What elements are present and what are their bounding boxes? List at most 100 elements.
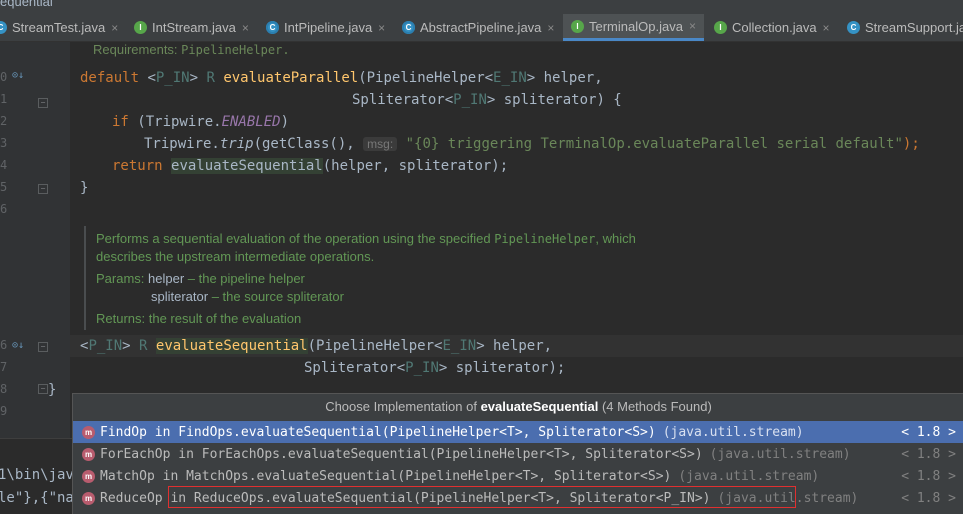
type-param: P_IN	[405, 360, 439, 376]
popup-title: Choose Implementation of evaluateSequent…	[73, 394, 963, 419]
tab-intstream[interactable]: I IntStream.java ×	[134, 14, 249, 41]
fold-icon[interactable]: −	[38, 98, 48, 108]
code-line: }	[80, 179, 88, 197]
line-number: 6	[0, 338, 8, 352]
line-number: 9	[0, 404, 8, 418]
doc-label: Returns:	[96, 311, 146, 326]
code-line-evaluate-parallel: default <P_IN> R evaluateParallel(Pipeli…	[80, 69, 603, 87]
method-name[interactable]: evaluateParallel	[215, 70, 358, 86]
close-icon[interactable]: ×	[242, 21, 249, 35]
implementation-item[interactable]: m ReduceOp in ReduceOps.evaluateSequenti…	[73, 486, 963, 509]
param-name: helper	[148, 271, 185, 286]
doc-text: describes the upstream intermediate oper…	[96, 249, 375, 264]
tab-label: IntPipeline.java	[284, 20, 373, 35]
tab-terminalop[interactable]: I TerminalOp.java ×	[563, 14, 704, 41]
popup-title-count: (4 Methods Found)	[598, 399, 712, 414]
code-text: >	[189, 70, 207, 86]
doc-text: the result of the evaluation	[145, 311, 302, 326]
method-icon: m	[82, 447, 95, 461]
fold-icon[interactable]: −	[38, 184, 48, 194]
line-number-gutter: 0 1 2 3 4 5 6 6 7 8 9 ⊙↓ ⊙↓ − − − −	[0, 42, 70, 438]
doc-line: describes the upstream intermediate oper…	[96, 249, 374, 264]
doc-text: Performs a sequential evaluation of the …	[96, 231, 495, 246]
choose-implementation-popup: Choose Implementation of evaluateSequent…	[72, 393, 963, 514]
fold-icon[interactable]: −	[38, 384, 48, 394]
tab-label: IntStream.java	[152, 20, 236, 35]
code-text: );	[902, 136, 920, 152]
jdk-version: < 1.8 >	[901, 446, 956, 462]
implementation-package: (java.util.stream)	[717, 490, 859, 506]
line-number: 1	[0, 92, 8, 106]
type-param: R	[139, 338, 148, 354]
code-text: > spliterator) {	[486, 92, 622, 108]
implementations-gutter-icon[interactable]: ⊙↓	[12, 70, 24, 81]
interface-icon: I	[134, 21, 147, 34]
implementation-package: (java.util.stream)	[678, 468, 820, 484]
tab-streamsupport[interactable]: C StreamSupport.java	[847, 14, 963, 41]
close-icon[interactable]: ×	[111, 21, 118, 35]
tab-intpipeline[interactable]: C IntPipeline.java ×	[266, 14, 385, 41]
editor-tab-bar: C StreamTest.java × I IntStream.java × C…	[0, 14, 963, 42]
doc-returns: Returns: the result of the evaluation	[96, 311, 301, 326]
type-param: R	[206, 70, 215, 86]
interface-icon: I	[571, 19, 584, 33]
doc-requirements-line: Requirements: PipelineHelper.	[93, 41, 290, 59]
code-text: )	[280, 114, 290, 130]
fold-icon[interactable]: −	[38, 342, 48, 352]
code-text: (getClass(),	[253, 136, 355, 152]
type-param: E_IN	[493, 70, 527, 86]
line-number: 0	[0, 70, 8, 84]
line-number: 4	[0, 158, 8, 172]
jdk-version: < 1.8 >	[901, 468, 956, 484]
parameter-hint: msg:	[363, 137, 398, 151]
terminal-text: 1\bin\jav	[0, 467, 74, 483]
code-text: }	[48, 382, 57, 398]
implementation-signature: ReduceOp in ReduceOps.evaluateSequential…	[100, 490, 711, 506]
implementation-package: (java.util.stream)	[662, 424, 804, 440]
doc-code: PipelineHelper	[494, 232, 596, 246]
tab-label: Collection.java	[732, 20, 817, 35]
code-text: (Tripwire.	[128, 114, 222, 130]
popup-title-method: evaluateSequential	[480, 399, 599, 414]
abstract-class-icon: C	[402, 21, 415, 34]
tab-collection[interactable]: I Collection.java ×	[714, 14, 830, 41]
implementations-gutter-icon[interactable]: ⊙↓	[12, 340, 24, 351]
close-icon[interactable]: ×	[547, 21, 554, 35]
code-line: Tripwire.trip(getClass(), msg: "{0} trig…	[144, 135, 920, 153]
line-number: 3	[0, 136, 8, 150]
implementation-item[interactable]: m FindOp in FindOps.evaluateSequential(P…	[73, 421, 963, 443]
doc-text: – the pipeline helper	[184, 271, 305, 286]
code-text: (PipelineHelper<	[307, 338, 443, 354]
code-text: > helper,	[476, 338, 553, 354]
implementation-item[interactable]: m MatchOp in MatchOps.evaluateSequential…	[73, 465, 963, 487]
method-icon: m	[82, 425, 95, 439]
line-number: 5	[0, 180, 8, 194]
method-icon: m	[82, 491, 95, 505]
line-number: 8	[0, 382, 8, 396]
close-icon[interactable]: ×	[689, 19, 696, 33]
jdk-version: < 1.8 >	[901, 490, 956, 506]
window-title-strip: equential	[0, 0, 963, 14]
popup-title-text: Choose Implementation of	[325, 399, 481, 414]
string-literal: "{0} triggering TerminalOp.evaluateParal…	[405, 136, 903, 152]
doc-line: Performs a sequential evaluation of the …	[96, 231, 636, 246]
line-number: 6	[0, 202, 8, 216]
close-icon[interactable]: ×	[378, 21, 385, 35]
interface-icon: I	[714, 21, 727, 34]
code-text: Tripwire.	[144, 136, 220, 152]
tab-streamtest[interactable]: C StreamTest.java ×	[0, 14, 118, 41]
code-text: (helper, spliterator);	[322, 158, 509, 174]
tab-abstractpipeline[interactable]: C AbstractPipeline.java ×	[402, 14, 554, 41]
close-icon[interactable]: ×	[823, 21, 830, 35]
code-text: Spliterator<	[352, 92, 454, 108]
code-line: }	[48, 381, 56, 399]
method-name[interactable]: evaluateSequential	[155, 338, 308, 354]
type-param: P_IN	[88, 338, 123, 354]
implementation-item[interactable]: m ForEachOp in ForEachOps.evaluateSequen…	[73, 443, 963, 465]
implementation-signature: MatchOp in MatchOps.evaluateSequential(P…	[100, 468, 672, 484]
code-line: return evaluateSequential(helper, splite…	[112, 157, 508, 175]
keyword: return	[112, 158, 163, 174]
method-call[interactable]: evaluateSequential	[171, 158, 323, 174]
keyword: if	[112, 114, 129, 130]
code-line: if (Tripwire.ENABLED)	[112, 113, 289, 131]
